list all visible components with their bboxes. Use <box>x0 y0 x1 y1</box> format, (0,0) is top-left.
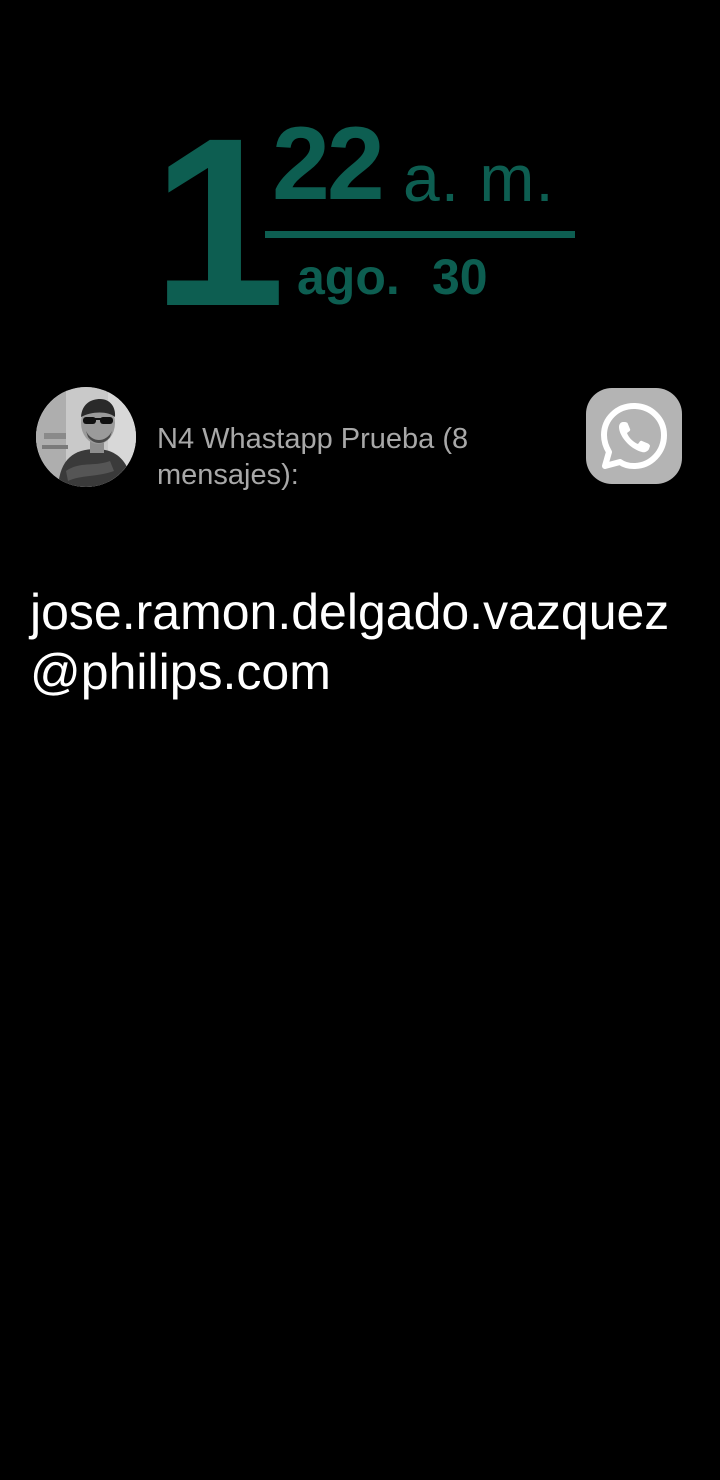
clock-minute: 22 <box>272 106 385 222</box>
clock-divider <box>265 231 575 238</box>
notification-title: N4 Whastapp Prueba (8 mensajes): <box>157 423 469 491</box>
clock-widget: 1 22 a. m. ago. 30 <box>0 0 720 356</box>
clock-ampm: a. m. <box>403 141 555 215</box>
avatar <box>36 387 136 487</box>
contact-photo-icon <box>36 387 136 487</box>
notification-card[interactable]: N4 Whastapp Prueba (8 mensajes): <box>0 380 720 500</box>
app-icon-container[interactable] <box>586 388 682 484</box>
date-day: 30 <box>432 249 488 305</box>
notification-message: jose.ramon.delgado.vazquez@philips.com <box>30 584 670 700</box>
clock-hour: 1 <box>152 88 285 356</box>
date-month: ago. <box>297 249 400 305</box>
whatsapp-icon <box>601 403 667 469</box>
